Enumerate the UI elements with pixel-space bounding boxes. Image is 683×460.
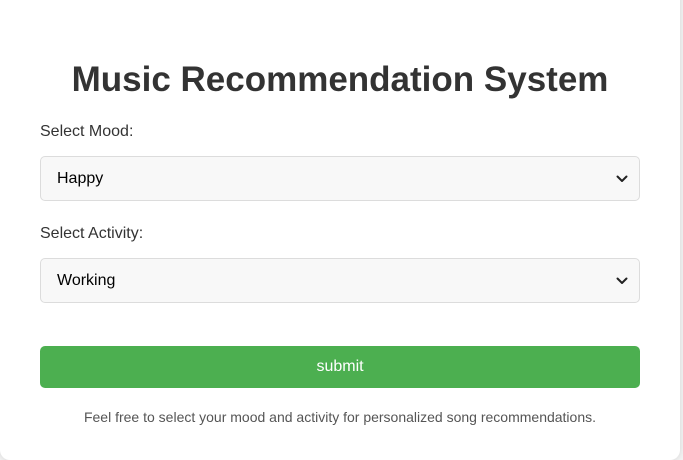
footer-hint: Feel free to select your mood and activi… (83, 409, 597, 425)
chevron-down-icon (615, 172, 629, 186)
page-title: Music Recommendation System (71, 60, 609, 99)
recommendation-card: Music Recommendation System Select Mood:… (0, 0, 680, 460)
mood-label: Select Mood: (40, 123, 134, 140)
chevron-down-icon (615, 274, 629, 288)
mood-select-value: Happy (57, 169, 104, 187)
activity-select[interactable]: Working (40, 258, 640, 303)
activity-select-value: Working (57, 271, 116, 289)
submit-button[interactable]: submit (40, 346, 640, 388)
mood-select[interactable]: Happy (40, 156, 640, 201)
activity-label: Select Activity: (40, 225, 144, 242)
